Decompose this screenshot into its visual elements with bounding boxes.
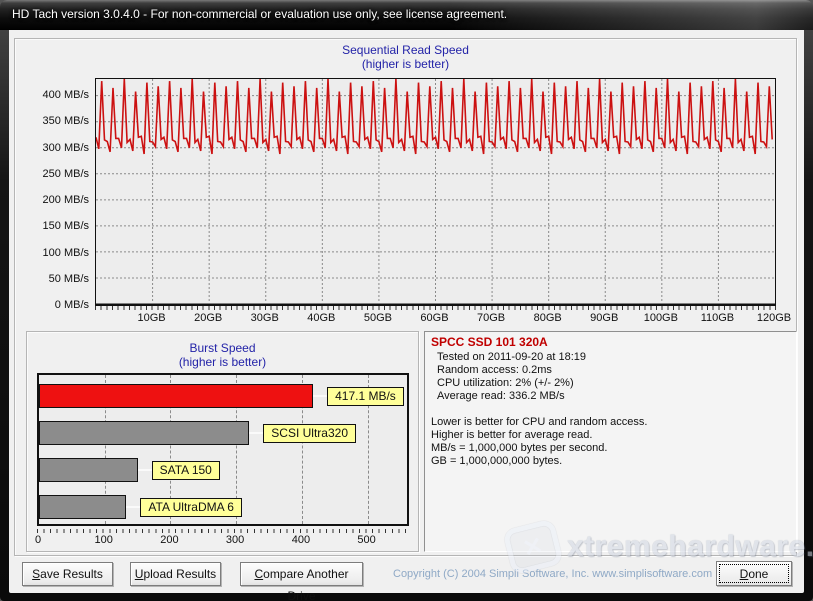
sequential-read-plot (95, 78, 776, 306)
title-bar[interactable]: HD Tach version 3.0.4.0 - For non-commer… (0, 0, 813, 30)
burst-x-tick-label: 400 (281, 534, 321, 546)
copyright-text: Copyright (C) 2004 Simpli Software, Inc.… (393, 568, 712, 580)
burst-x-tick-label: 100 (84, 534, 124, 546)
drive-name: SPCC SSD 101 320A (431, 335, 790, 349)
hdtach-window: HD Tach version 3.0.4.0 - For non-commer… (0, 0, 813, 601)
burst-x-axis-labels: 0100200300400500 (27, 534, 418, 548)
random-access-line: Random access: 0.2ms (431, 364, 790, 377)
done-button[interactable]: Done (716, 561, 792, 586)
burst-bar-label: 417.1 MB/s (327, 387, 404, 406)
burst-chart-subtitle: (higher is better) (27, 355, 418, 369)
burst-plot-inner: 417.1 MB/s SCSI Ultra320 SATA 150 ATA Ultra… (39, 375, 407, 524)
sequential-chart-subtitle: (higher is better) (14, 57, 797, 71)
tested-on-line: Tested on 2011-09-20 at 18:19 (431, 351, 790, 364)
burst-x-tick-label: 500 (347, 534, 387, 546)
bar-label-connector (126, 506, 140, 508)
note-higher-better: Higher is better for average read. (431, 429, 790, 442)
compare-another-drive-button[interactable]: Compare Another Drive (240, 562, 363, 586)
burst-x-axis-ticks (37, 529, 409, 533)
note-gb-definition: GB = 1,000,000,000 bytes. (431, 455, 790, 468)
bar-label-connector (138, 469, 152, 471)
burst-bar-label: ATA UltraDMA 6 (140, 498, 242, 517)
info-spacer (431, 403, 790, 416)
burst-bar-row: 417.1 MB/s (39, 384, 404, 408)
burst-speed-plot: 417.1 MB/s SCSI Ultra320 SATA 150 ATA Ultra… (37, 373, 409, 526)
note-lower-better: Lower is better for CPU and random acces… (431, 416, 790, 429)
burst-chart-title: Burst Speed (27, 341, 418, 355)
burst-bar-label: SCSI Ultra320 (263, 424, 356, 443)
save-results-button[interactable]: Save Results (22, 562, 113, 586)
burst-x-tick-label: 200 (149, 534, 189, 546)
burst-bar (39, 495, 126, 519)
average-read-line: Average read: 336.2 MB/s (431, 390, 790, 403)
sequential-chart-title: Sequential Read Speed (14, 43, 797, 57)
sequential-plot-svg (95, 78, 776, 306)
read-speed-line (96, 79, 772, 154)
window-title: HD Tach version 3.0.4.0 - For non-commer… (12, 7, 507, 21)
client-area: Sequential Read Speed (higher is better)… (9, 30, 804, 593)
burst-bar (39, 458, 138, 482)
drive-info-panel: SPCC SSD 101 320A Tested on 2011-09-20 a… (424, 331, 797, 552)
cpu-utilization-line: CPU utilization: 2% (+/- 2%) (431, 377, 790, 390)
burst-bar-row: SCSI Ultra320 (39, 421, 356, 445)
bar-label-connector (249, 432, 263, 434)
burst-bar (39, 384, 313, 408)
sequential-x-axis-ticks (95, 306, 776, 310)
burst-bar-row: SATA 150 (39, 458, 220, 482)
upload-results-button[interactable]: Upload Results (130, 562, 221, 586)
burst-bar-label: SATA 150 (152, 461, 220, 480)
burst-x-tick-label: 300 (215, 534, 255, 546)
burst-x-tick-label: 0 (18, 534, 58, 546)
burst-bar (39, 421, 249, 445)
burst-speed-panel: Burst Speed (higher is better) 417.1 MB/… (26, 331, 419, 552)
note-mbs-definition: MB/s = 1,000,000 bytes per second. (431, 442, 790, 455)
bar-label-connector (313, 395, 327, 397)
burst-bar-row: ATA UltraDMA 6 (39, 495, 242, 519)
